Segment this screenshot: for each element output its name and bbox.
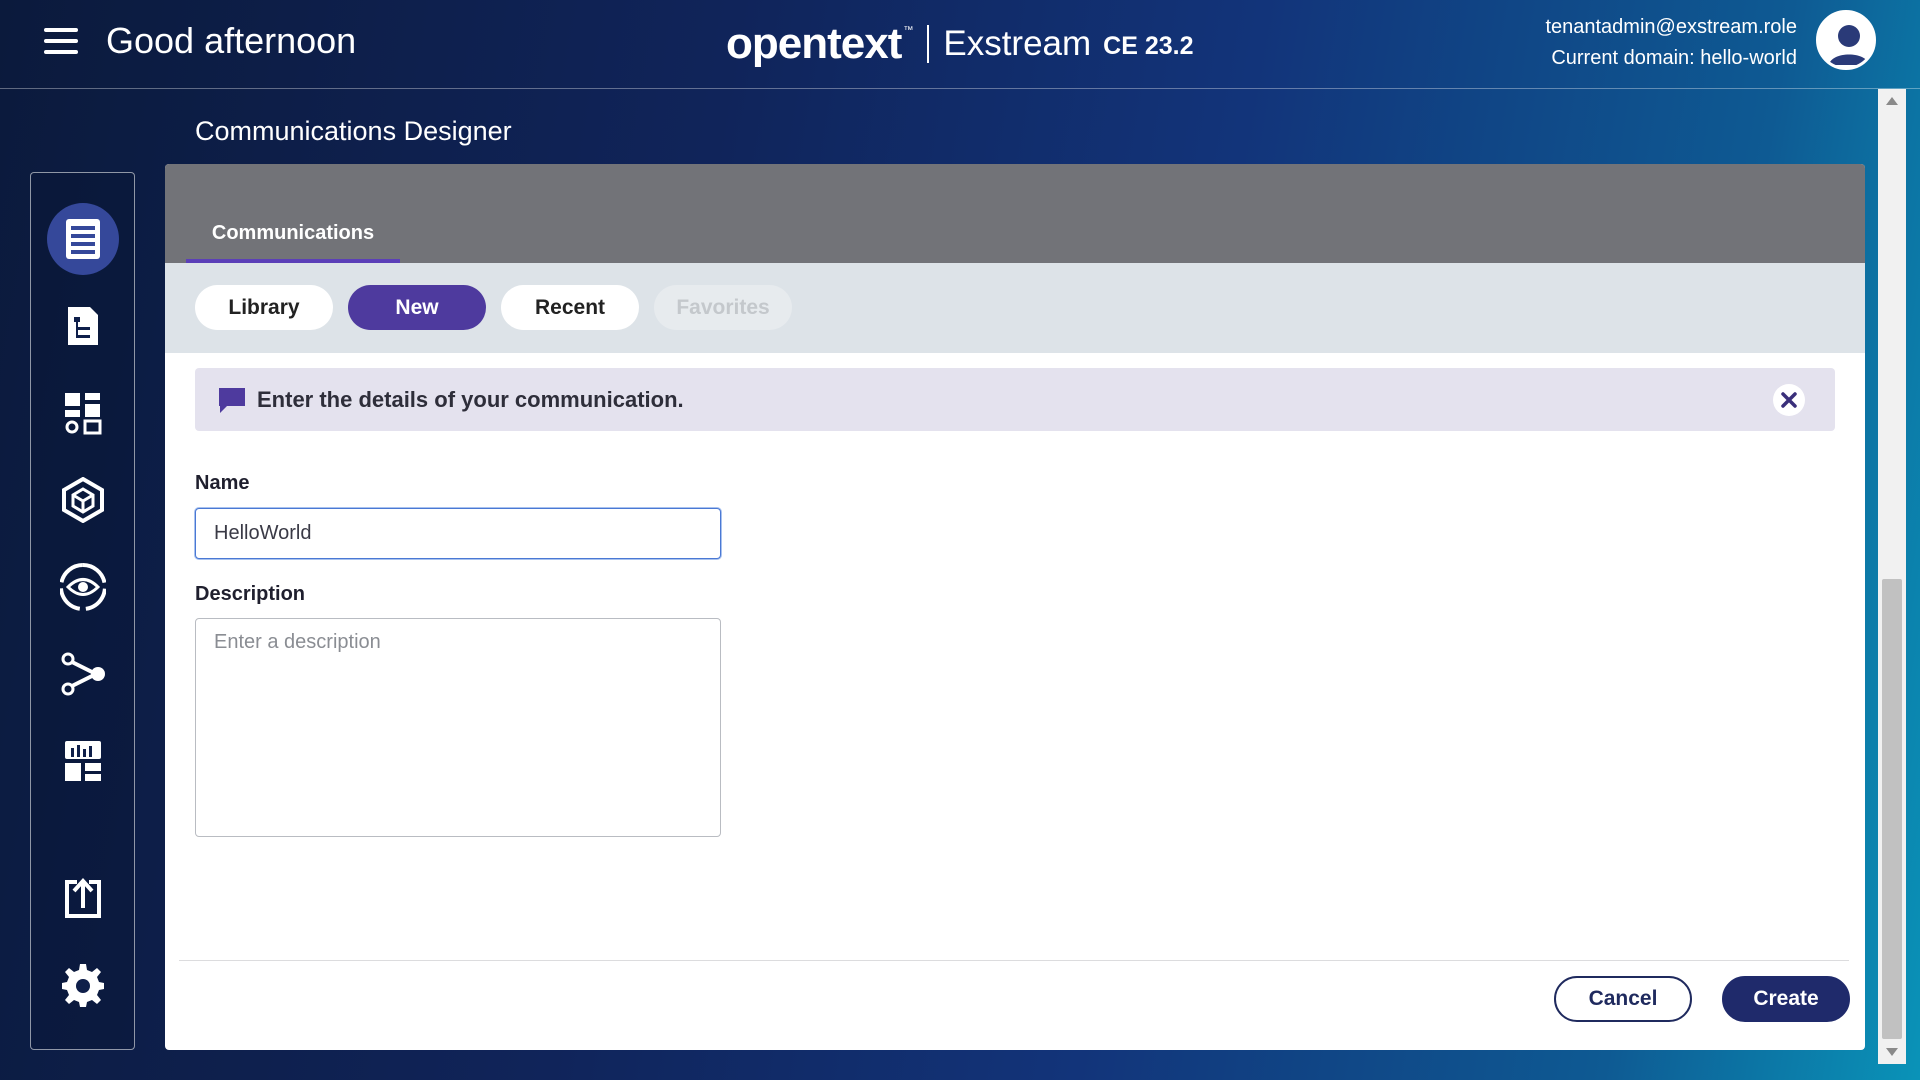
nav-export[interactable] <box>47 862 119 934</box>
dashboard-settings-icon <box>65 393 102 435</box>
export-upload-icon <box>65 878 101 918</box>
nav-package[interactable] <box>47 464 119 536</box>
user-avatar-icon[interactable] <box>1816 10 1876 70</box>
cancel-button[interactable]: Cancel <box>1554 976 1692 1022</box>
trademark-mark: ™ <box>903 24 914 36</box>
page-title: Communications Designer <box>195 116 512 146</box>
brand-divider <box>927 25 930 63</box>
footer-divider <box>179 960 1849 961</box>
nav-settings[interactable] <box>47 949 119 1021</box>
page-scrollbar[interactable] <box>1878 89 1906 1064</box>
nav-dashboard-settings[interactable] <box>47 377 119 449</box>
tab-communications[interactable]: Communications <box>186 222 400 263</box>
nav-communications-designer[interactable] <box>47 203 119 275</box>
current-domain: Current domain: hello-world <box>1551 47 1797 69</box>
product-name: Exstream <box>943 24 1092 63</box>
document-tree-icon <box>68 307 98 345</box>
top-bar: Good afternoon opentext ™ Exstream CE 23… <box>0 0 1920 89</box>
gear-icon <box>62 964 104 1007</box>
subtab-favorites: Favorites <box>654 285 792 330</box>
hamburger-menu-icon[interactable] <box>44 28 78 56</box>
eye-review-icon <box>60 563 106 611</box>
nav-review[interactable] <box>47 551 119 623</box>
nav-document-tree[interactable] <box>47 290 119 362</box>
reports-grid-icon <box>65 741 101 781</box>
opentext-logo: opentext <box>726 19 902 68</box>
scroll-up-arrow-icon[interactable] <box>1886 97 1898 105</box>
panel-header: Communications <box>165 164 1865 263</box>
user-email: tenantadmin@exstream.role <box>1545 16 1797 38</box>
nav-reports[interactable] <box>47 725 119 797</box>
subtab-library[interactable]: Library <box>195 285 333 330</box>
name-input[interactable] <box>195 508 721 559</box>
chat-bubble-icon <box>219 387 245 413</box>
close-icon[interactable] <box>1773 384 1805 416</box>
description-input[interactable] <box>195 618 721 837</box>
description-label: Description <box>195 583 306 605</box>
left-navigation <box>30 172 135 1050</box>
scroll-down-arrow-icon[interactable] <box>1886 1048 1898 1056</box>
nav-workflow[interactable] <box>47 638 119 710</box>
name-label: Name <box>195 472 250 494</box>
greeting-text: Good afternoon <box>106 20 357 61</box>
subtab-new[interactable]: New <box>348 285 486 330</box>
scroll-thumb[interactable] <box>1882 579 1902 1039</box>
package-cube-icon <box>62 477 104 523</box>
create-button[interactable]: Create <box>1722 976 1850 1022</box>
brand-logo: opentext ™ Exstream CE 23.2 <box>726 14 1194 74</box>
info-message-bar: Enter the details of your communication. <box>195 368 1835 431</box>
info-message: Enter the details of your communication. <box>257 386 684 412</box>
product-version: CE 23.2 <box>1103 31 1194 60</box>
user-info: tenantadmin@exstream.role Current domain… <box>1545 12 1797 74</box>
main-panel: Communications Library New Recent Favori… <box>165 164 1865 1050</box>
workflow-share-icon <box>61 652 105 696</box>
communications-designer-icon <box>66 219 100 259</box>
subtab-bar: Library New Recent Favorites <box>165 263 1865 353</box>
subtab-recent[interactable]: Recent <box>501 285 639 330</box>
